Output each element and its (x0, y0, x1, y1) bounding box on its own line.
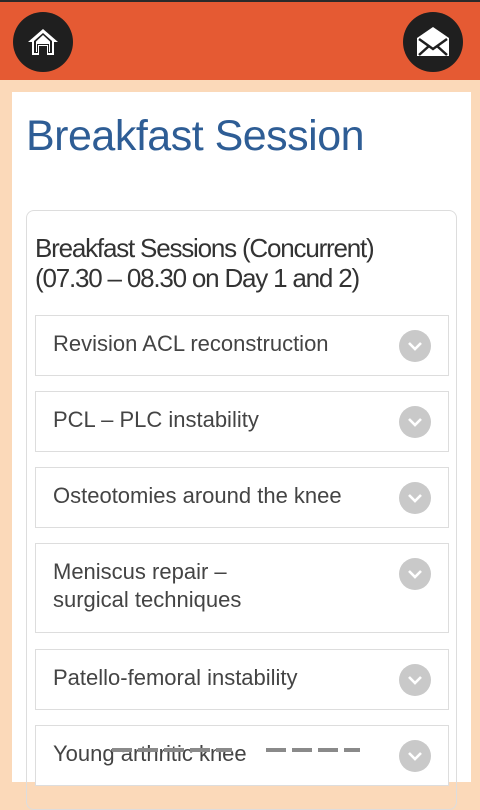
mail-button[interactable] (403, 12, 463, 72)
session-label: Young arthritic knee (53, 741, 247, 766)
session-label: Revision ACL reconstruction (53, 331, 329, 356)
session-item-patello-femoral[interactable]: Patello-femoral instability (35, 649, 449, 710)
session-label: PCL – PLC instability (53, 407, 259, 432)
home-button[interactable] (13, 12, 73, 72)
session-label: Patello-femoral instability (53, 665, 298, 690)
session-label: Osteotomies around the knee (53, 483, 342, 508)
home-icon (28, 29, 58, 55)
session-label: Meniscus repair – surgical techniques (53, 558, 373, 614)
envelope-icon (417, 27, 449, 56)
session-item-meniscus-repair[interactable]: Meniscus repair – surgical techniques (35, 543, 449, 633)
sessions-card: Breakfast Sessions (Concurrent) (07.30 –… (26, 210, 457, 810)
session-item-osteotomies[interactable]: Osteotomies around the knee (35, 467, 449, 528)
loading-dashes (112, 748, 360, 752)
session-item-pcl-plc[interactable]: PCL – PLC instability (35, 391, 449, 452)
chevron-down-icon[interactable] (399, 558, 431, 590)
session-item-young-arthritic-knee[interactable]: Young arthritic knee (35, 725, 449, 786)
session-item-revision-acl[interactable]: Revision ACL reconstruction (35, 315, 449, 376)
chevron-down-icon[interactable] (399, 740, 431, 772)
chevron-down-icon[interactable] (399, 664, 431, 696)
section-heading-line2: (07.30 – 08.30 on Day 1 and 2) (35, 263, 360, 293)
app-header (0, 0, 480, 80)
chevron-down-icon[interactable] (399, 406, 431, 438)
session-label-line2: surgical techniques (53, 587, 242, 612)
content-panel: Breakfast Session Breakfast Sessions (Co… (12, 92, 471, 810)
chevron-down-icon[interactable] (399, 330, 431, 362)
session-label-line1: Meniscus repair – (53, 559, 227, 584)
section-heading: Breakfast Sessions (Concurrent) (07.30 –… (35, 233, 445, 293)
chevron-down-icon[interactable] (399, 482, 431, 514)
section-heading-line1: Breakfast Sessions (Concurrent) (35, 233, 375, 263)
page-title: Breakfast Session (26, 112, 365, 160)
